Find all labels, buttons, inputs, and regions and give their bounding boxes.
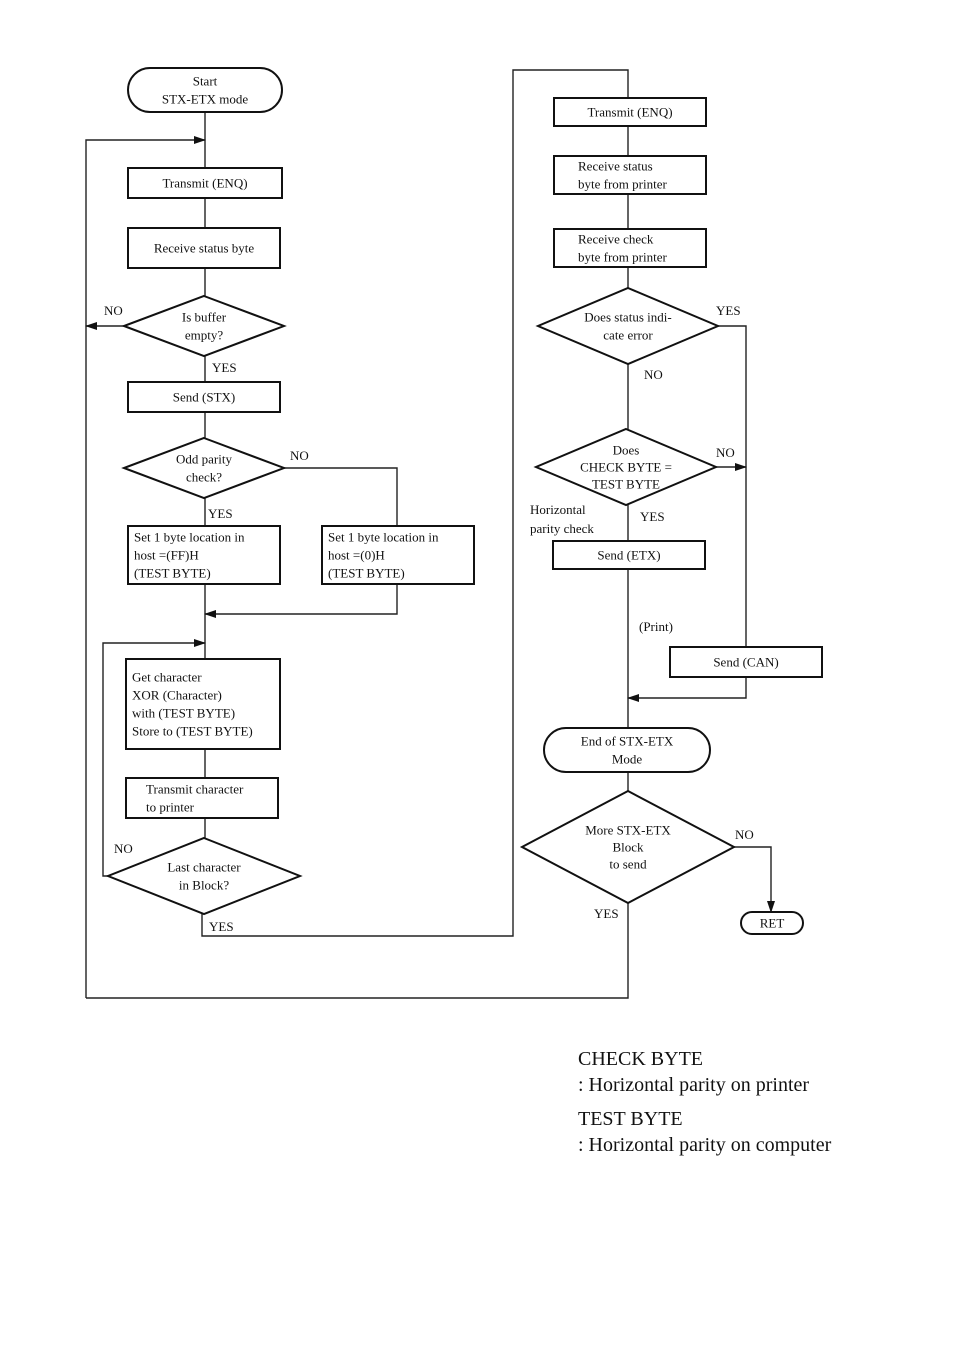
send-can-text: Send (CAN) — [713, 655, 778, 670]
edge-label-print: (Print) — [639, 619, 673, 634]
transmit-enq-1-text: Transmit (ENQ) — [162, 176, 247, 191]
edge-label-check-no: NO — [716, 445, 735, 460]
xor-block-text: Get character — [132, 670, 202, 685]
edge-label-more-no: NO — [735, 827, 754, 842]
legend: CHECK BYTE : Horizontal parity on printe… — [578, 1046, 831, 1158]
receive-status-2-text: Receive status — [578, 159, 653, 174]
edge-label-parity-no: NO — [290, 448, 309, 463]
receive-status-2-text: byte from printer — [578, 177, 667, 192]
end-mode-text: End of STX-ETX — [581, 734, 674, 749]
transmit-enq-2-text: Transmit (ENQ) — [587, 105, 672, 120]
status-error-text: Does status indi- — [584, 310, 671, 325]
receive-check-text: Receive check — [578, 232, 654, 247]
xor-block-text: Store to (TEST BYTE) — [132, 724, 253, 739]
connector-18 — [718, 325, 747, 647]
start-text: STX-ETX mode — [162, 92, 249, 107]
set-0-text: host =(0)H — [328, 548, 385, 563]
legend-def-test-byte: : Horizontal parity on computer — [578, 1134, 832, 1156]
buffer-empty-text: empty? — [185, 328, 223, 343]
edge-label-last-yes: YES — [209, 919, 234, 934]
connector-25 — [734, 846, 775, 913]
transmit-char-text: to printer — [146, 800, 195, 815]
send-etx-text: Send (ETX) — [597, 548, 660, 563]
set-ff-text: (TEST BYTE) — [134, 566, 211, 581]
status-error-text: cate error — [603, 328, 653, 343]
legend-def-check-byte: : Horizontal parity on printer — [578, 1074, 810, 1096]
last-char-text: Last character — [167, 860, 241, 875]
end-mode-text: Mode — [612, 752, 643, 767]
last-char-text: in Block? — [179, 878, 229, 893]
set-ff-text: Set 1 byte location in — [134, 530, 245, 545]
transmit-char-text: Transmit character — [146, 782, 244, 797]
receive-check-text: byte from printer — [578, 250, 667, 265]
horizontal-parity-note: Horizontal — [530, 502, 586, 517]
edge-label-buffer-yes: YES — [212, 360, 237, 375]
receive-status-1-text: Receive status byte — [154, 241, 255, 256]
edge-label-error-no: NO — [644, 367, 663, 382]
edge-label-last-no: NO — [114, 841, 133, 856]
legend-term-test-byte: TEST BYTE — [578, 1108, 683, 1130]
edge-label-buffer-no: NO — [104, 303, 123, 318]
odd-parity-text: check? — [186, 470, 222, 485]
connector-10 — [204, 584, 398, 618]
more-blocks-text: Block — [612, 840, 644, 855]
ret-text: RET — [760, 916, 785, 931]
buffer-empty-decision — [121, 294, 287, 358]
buffer-empty-text: Is buffer — [182, 310, 227, 325]
connector-7 — [284, 467, 398, 526]
more-blocks-text: More STX-ETX — [585, 823, 671, 838]
check-eq-test-text: TEST BYTE — [592, 477, 660, 492]
set-0-text: Set 1 byte location in — [328, 530, 439, 545]
edge-label-error-yes: YES — [716, 303, 741, 318]
send-stx-text: Send (STX) — [173, 390, 235, 405]
start-text: Start — [193, 74, 218, 89]
odd-parity-decision — [121, 436, 287, 500]
odd-parity-text: Odd parity — [176, 452, 232, 467]
horizontal-parity-note: parity check — [530, 521, 594, 536]
xor-block-text: with (TEST BYTE) — [132, 706, 235, 721]
check-eq-test-text: CHECK BYTE = — [580, 460, 672, 475]
last-char-decision — [105, 836, 303, 916]
status-error-decision — [535, 286, 721, 366]
xor-block-text: XOR (Character) — [132, 688, 222, 703]
more-blocks-text: to send — [609, 857, 647, 872]
set-0-text: (TEST BYTE) — [328, 566, 405, 581]
edge-label-check-yes: YES — [640, 509, 665, 524]
set-ff-text: host =(FF)H — [134, 548, 199, 563]
more-yes-edge — [86, 903, 629, 999]
connector-23 — [627, 677, 747, 702]
legend-term-check-byte: CHECK BYTE — [578, 1048, 703, 1070]
check-eq-test-text: Does — [613, 443, 640, 458]
edge-label-more-yes: YES — [594, 906, 619, 921]
edge-label-parity-yes: YES — [208, 506, 233, 521]
